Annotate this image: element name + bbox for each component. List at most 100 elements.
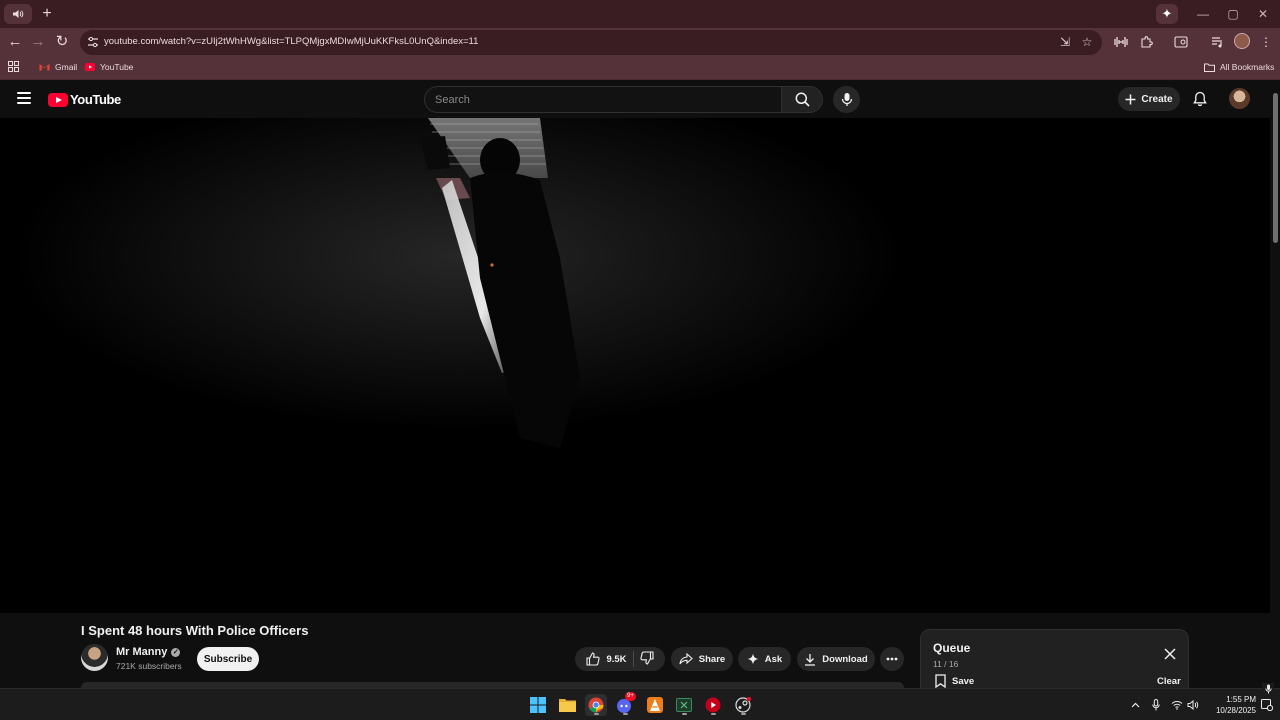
subscriber-count: 721K subscribers bbox=[116, 661, 182, 671]
clock-date: 10/28/2025 bbox=[1215, 706, 1256, 715]
scrollbar-thumb[interactable] bbox=[1273, 93, 1278, 243]
ask-button[interactable]: Ask bbox=[738, 647, 791, 671]
performance-icon[interactable] bbox=[1112, 33, 1130, 51]
queue-position: 11 / 16 bbox=[933, 659, 959, 669]
search-button[interactable] bbox=[781, 86, 823, 113]
sparkle-icon bbox=[747, 653, 759, 665]
chrome-menu-icon[interactable]: ⋮ bbox=[1257, 33, 1275, 51]
volume-icon[interactable] bbox=[1186, 698, 1200, 712]
mic-in-use-icon bbox=[1262, 683, 1274, 695]
bookmark-star-icon[interactable]: ☆ bbox=[1078, 33, 1096, 51]
subscribe-button[interactable]: Subscribe bbox=[197, 647, 259, 671]
windows-taskbar: 9+ 1:55 PM 10/28/2025 bbox=[0, 683, 1280, 720]
new-tab-button[interactable]: + bbox=[38, 5, 56, 23]
system-clock[interactable]: 1:55 PM 10/28/2025 bbox=[1206, 694, 1256, 716]
menu-hamburger-icon[interactable] bbox=[17, 92, 31, 104]
more-horizontal-icon bbox=[886, 657, 898, 661]
bookmark-save-icon bbox=[935, 674, 946, 688]
account-avatar[interactable] bbox=[1229, 88, 1250, 109]
bookmark-youtube[interactable]: YouTube bbox=[85, 62, 133, 72]
voice-search-button[interactable] bbox=[833, 86, 860, 113]
site-info-icon[interactable] bbox=[86, 35, 100, 49]
discord-icon[interactable]: 9+ bbox=[614, 692, 636, 716]
clear-queue-button[interactable]: Clear bbox=[1157, 676, 1181, 687]
side-panel-icon[interactable] bbox=[1172, 33, 1190, 51]
search-box[interactable] bbox=[424, 86, 782, 113]
address-bar[interactable]: youtube.com/watch?v=zUIj2tWhHWg&list=TLP… bbox=[80, 30, 1102, 55]
share-button[interactable]: Share bbox=[671, 647, 733, 671]
search-input[interactable] bbox=[435, 93, 755, 107]
gmail-icon bbox=[39, 64, 50, 71]
install-app-icon[interactable]: ⇲ bbox=[1056, 33, 1074, 51]
active-tab[interactable] bbox=[4, 4, 32, 24]
create-button[interactable]: Create bbox=[1118, 87, 1180, 111]
youtube-logo[interactable]: YouTube bbox=[48, 92, 121, 107]
video-title: I Spent 48 hours With Police Officers bbox=[81, 623, 309, 638]
queue-panel: Queue 11 / 16 Save Clear bbox=[920, 629, 1189, 689]
excel-icon[interactable] bbox=[673, 694, 695, 716]
share-arrow-icon bbox=[679, 653, 693, 665]
page-scrollbar[interactable] bbox=[1270, 81, 1280, 688]
channel-name[interactable]: Mr Manny bbox=[116, 646, 167, 658]
verified-badge-icon: ✓ bbox=[171, 647, 181, 657]
close-window-button[interactable]: ✕ bbox=[1252, 4, 1274, 24]
youtube-favicon-icon bbox=[85, 63, 95, 71]
notifications-bell-icon[interactable] bbox=[1190, 89, 1210, 109]
running-indicator bbox=[741, 713, 746, 715]
like-count: 9.5K bbox=[606, 653, 627, 665]
running-indicator bbox=[711, 713, 716, 715]
start-icon[interactable] bbox=[527, 694, 549, 716]
youtube-play-icon bbox=[48, 92, 68, 107]
steam-icon[interactable] bbox=[732, 694, 754, 716]
plus-icon bbox=[1125, 94, 1136, 104]
tray-overflow-chevron-icon[interactable] bbox=[1128, 698, 1142, 712]
youtube-app-icon[interactable] bbox=[702, 694, 724, 716]
tray-microphone-icon[interactable] bbox=[1149, 698, 1163, 712]
back-button[interactable]: ← bbox=[5, 32, 25, 52]
apps-grid-icon[interactable] bbox=[8, 61, 19, 72]
queue-title: Queue bbox=[933, 641, 971, 655]
tab-strip: + ✦ — ▢ ✕ bbox=[0, 0, 1280, 28]
download-button[interactable]: Download bbox=[797, 647, 875, 671]
media-controls-icon[interactable] bbox=[1208, 33, 1226, 51]
chrome-icon[interactable] bbox=[585, 694, 607, 716]
thumbs-down-icon bbox=[639, 650, 654, 665]
wifi-icon[interactable] bbox=[1170, 698, 1184, 712]
audio-playing-icon bbox=[13, 10, 24, 18]
search-icon bbox=[795, 92, 810, 107]
close-queue-icon[interactable] bbox=[1162, 646, 1178, 662]
gemini-icon[interactable]: ✦ bbox=[1156, 4, 1178, 24]
file-explorer-icon[interactable] bbox=[556, 694, 578, 716]
minimize-button[interactable]: — bbox=[1192, 4, 1214, 24]
folder-icon bbox=[1204, 63, 1215, 72]
running-indicator bbox=[623, 713, 628, 715]
notification-center-icon[interactable] bbox=[1260, 698, 1274, 712]
like-button[interactable]: 9.5K bbox=[586, 652, 627, 666]
video-frame bbox=[0, 118, 1270, 613]
more-actions-button[interactable] bbox=[880, 647, 904, 671]
bookmarks-bar: Gmail YouTube All Bookmarks bbox=[0, 56, 1280, 80]
youtube-header: YouTube Create bbox=[0, 81, 1280, 118]
all-bookmarks[interactable]: All Bookmarks bbox=[1204, 62, 1274, 72]
maximize-button[interactable]: ▢ bbox=[1222, 4, 1244, 24]
dislike-button[interactable] bbox=[639, 650, 654, 668]
reload-button[interactable]: ↻ bbox=[52, 32, 72, 52]
microphone-icon bbox=[841, 93, 852, 106]
running-indicator bbox=[682, 713, 687, 715]
running-indicator bbox=[594, 713, 599, 715]
clock-time: 1:55 PM bbox=[1226, 695, 1256, 704]
like-dislike-group: 9.5K bbox=[575, 647, 665, 671]
extensions-icon[interactable] bbox=[1137, 33, 1155, 51]
profile-avatar[interactable] bbox=[1234, 33, 1250, 49]
video-player[interactable] bbox=[0, 118, 1270, 613]
channel-avatar[interactable] bbox=[81, 644, 108, 671]
save-queue-button[interactable]: Save bbox=[935, 674, 974, 688]
forward-button[interactable]: → bbox=[28, 32, 48, 52]
discord-badge: 9+ bbox=[625, 692, 636, 701]
url-text[interactable]: youtube.com/watch?v=zUIj2tWhHWg&list=TLP… bbox=[104, 36, 478, 47]
download-icon bbox=[805, 653, 816, 666]
channel-name-row[interactable]: Mr Manny ✓ bbox=[116, 646, 181, 658]
bookmark-gmail[interactable]: Gmail bbox=[39, 62, 77, 72]
vlc-icon[interactable] bbox=[644, 694, 666, 716]
browser-toolbar: ← → ↻ youtube.com/watch?v=zUIj2tWhHWg&li… bbox=[0, 28, 1280, 56]
